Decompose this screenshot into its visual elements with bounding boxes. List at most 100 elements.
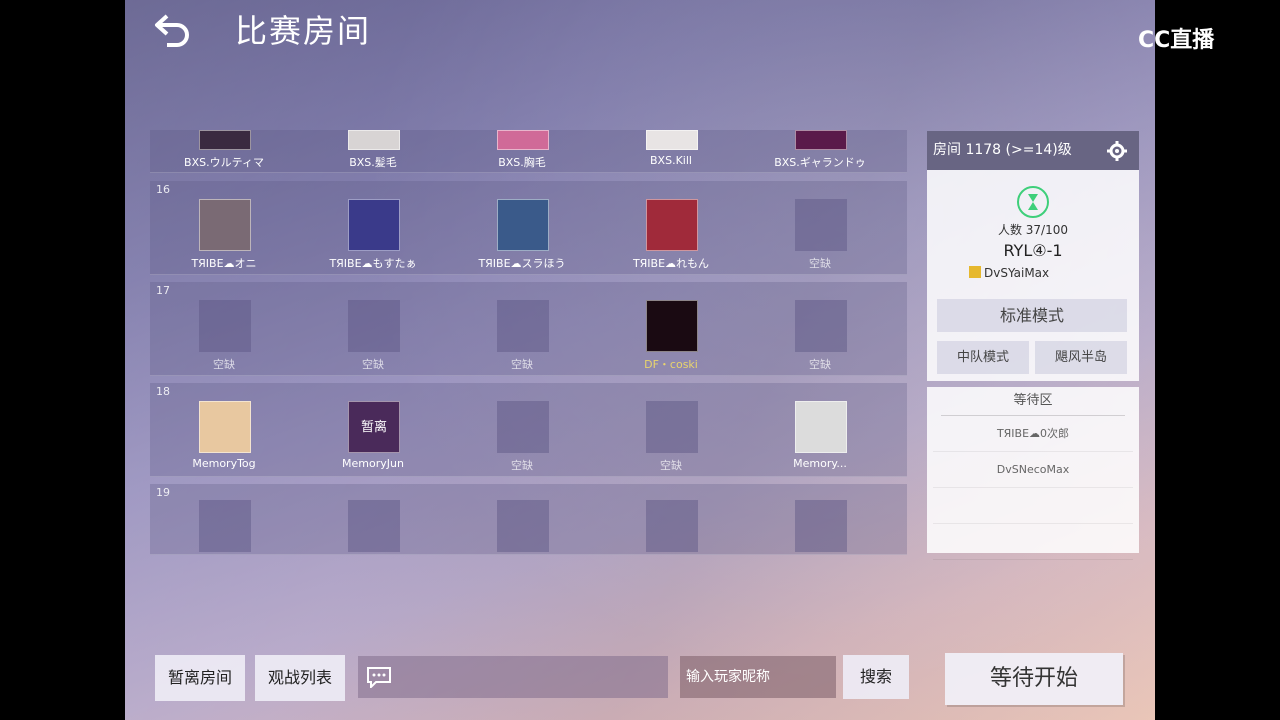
player-name: MemoryTog: [192, 457, 256, 470]
search-button[interactable]: 搜索: [843, 655, 909, 699]
player-slot[interactable]: 空缺: [448, 282, 596, 375]
waiting-item[interactable]: DvSNecoMax: [933, 452, 1133, 488]
avatar: [199, 130, 251, 150]
waiting-item[interactable]: TЯIBE☁0次郎: [933, 416, 1133, 452]
player-name: 空缺: [660, 459, 682, 472]
team-row: 17 空缺 空缺 空缺 DF・coski 空缺: [150, 282, 907, 376]
player-slot[interactable]: [597, 484, 745, 554]
player-slot[interactable]: BXS.ウルティマ: [150, 130, 298, 172]
avatar: [497, 300, 549, 352]
player-search-input[interactable]: 输入玩家昵称: [680, 656, 836, 698]
back-arrow-icon: [155, 14, 189, 47]
gear-icon[interactable]: [1107, 141, 1127, 161]
player-name: TЯIBE☁れもん: [632, 257, 710, 270]
team-mode-button[interactable]: 中队模式: [937, 341, 1029, 374]
player-slot[interactable]: 空缺: [746, 181, 894, 274]
avatar: 暂离: [348, 401, 400, 453]
player-slot[interactable]: BXS.ギャランドゥ: [746, 130, 894, 172]
avatar: [199, 199, 251, 251]
player-name: BXS.髪毛: [349, 156, 397, 169]
player-count: 人数 37/100: [997, 223, 1069, 237]
player-slot[interactable]: BXS.髪毛: [299, 130, 447, 172]
player-name: BXS.ウルティマ: [184, 156, 264, 169]
owner-star-icon: [969, 266, 981, 278]
player-name: 空缺: [809, 358, 831, 371]
room-name: RYL④-1: [1003, 241, 1063, 260]
chat-icon: [367, 667, 391, 688]
avatar: [497, 500, 549, 552]
player-slot[interactable]: TЯIBE☁もすたぁ: [299, 181, 447, 274]
player-slot[interactable]: [746, 484, 894, 554]
game-stage: 比赛房间 BXS.ウルティマ BXS.髪毛 BXS.胸毛 BXS.Kill BXS.ギャ…: [125, 0, 1155, 720]
player-slot[interactable]: TЯIBE☁スラほう: [448, 181, 596, 274]
avatar: [795, 500, 847, 552]
avatar: [646, 500, 698, 552]
team-row: BXS.ウルティマ BXS.髪毛 BXS.胸毛 BXS.Kill BXS.ギャランドゥ: [150, 130, 907, 173]
player-slot[interactable]: MemoryTog: [150, 383, 298, 476]
room-owner: DvSYaiMax: [984, 266, 1050, 280]
avatar: [646, 130, 698, 150]
player-name: BXS.胸毛: [498, 156, 546, 169]
player-slot[interactable]: 空缺: [746, 282, 894, 375]
avatar: [795, 130, 847, 150]
avatar: [348, 300, 400, 352]
player-slot[interactable]: [150, 484, 298, 554]
waiting-area: 等待区 TЯIBE☁0次郎 DvSNecoMax: [927, 387, 1139, 560]
waiting-item[interactable]: [933, 524, 1133, 560]
away-button[interactable]: 暂离房间: [155, 655, 245, 701]
player-name: 空缺: [511, 459, 533, 472]
player-slot[interactable]: [448, 484, 596, 554]
mode-button[interactable]: 标准模式: [937, 299, 1127, 332]
player-slot[interactable]: TЯIBE☁オニ: [150, 181, 298, 274]
player-name: TЯIBE☁もすたぁ: [329, 257, 417, 270]
avatar: [646, 300, 698, 352]
room-title: 房间 1178 (>=14)级: [933, 142, 1072, 158]
avatar: [795, 199, 847, 251]
avatar: [199, 401, 251, 453]
waiting-item[interactable]: [933, 488, 1133, 524]
avatar: [199, 300, 251, 352]
player-name: Memory...: [793, 457, 847, 470]
player-slot[interactable]: Memory...: [746, 383, 894, 476]
avatar: [795, 401, 847, 453]
team-row: 19: [150, 484, 907, 555]
player-name: TЯIBE☁オニ: [191, 257, 257, 270]
player-name: BXS.ギャランドゥ: [774, 156, 866, 169]
player-name: 空缺: [362, 358, 384, 371]
player-slot[interactable]: BXS.胸毛: [448, 130, 596, 172]
avatar: [348, 199, 400, 251]
back-button[interactable]: [153, 12, 193, 48]
player-name: 空缺: [809, 257, 831, 270]
map-button[interactable]: 飓风半岛: [1035, 341, 1127, 374]
player-name: BXS.Kill: [650, 154, 692, 167]
player-name: 空缺: [213, 358, 235, 371]
team-row: 16 TЯIBE☁オニ TЯIBE☁もすたぁ TЯIBE☁スラほう TЯIBE☁れもん空…: [150, 181, 907, 275]
avatar: [348, 500, 400, 552]
player-slot[interactable]: 暂离 MemoryJun: [299, 383, 447, 476]
start-button[interactable]: 等待开始: [945, 653, 1123, 705]
player-slot[interactable]: TЯIBE☁れもん: [597, 181, 745, 274]
avatar: [497, 130, 549, 150]
room-header: 房间 1178 (>=14)级: [927, 131, 1139, 170]
player-slot[interactable]: 空缺: [299, 282, 447, 375]
player-slot[interactable]: 空缺: [597, 383, 745, 476]
avatar: [646, 401, 698, 453]
avatar: [497, 401, 549, 453]
player-slot[interactable]: DF・coski: [597, 282, 745, 375]
avatar: [199, 500, 251, 552]
player-name: TЯIBE☁スラほう: [478, 257, 566, 270]
room-info-panel: 房间 1178 (>=14)级 人数 37/100 RYL④-1 DvSYaiM…: [927, 131, 1139, 381]
avatar: [348, 130, 400, 150]
page-title: 比赛房间: [235, 12, 372, 50]
player-slot[interactable]: 空缺: [448, 383, 596, 476]
player-slot[interactable]: 空缺: [150, 282, 298, 375]
player-name: DF・coski: [644, 358, 698, 371]
spectate-list-button[interactable]: 观战列表: [255, 655, 345, 701]
avatar: [646, 199, 698, 251]
player-slot[interactable]: [299, 484, 447, 554]
chat-input[interactable]: [358, 656, 668, 698]
cc-logo: CC直播: [1138, 28, 1215, 53]
avatar: [497, 199, 549, 251]
player-slot[interactable]: BXS.Kill: [597, 130, 745, 172]
player-name: MemoryJun: [342, 457, 404, 470]
